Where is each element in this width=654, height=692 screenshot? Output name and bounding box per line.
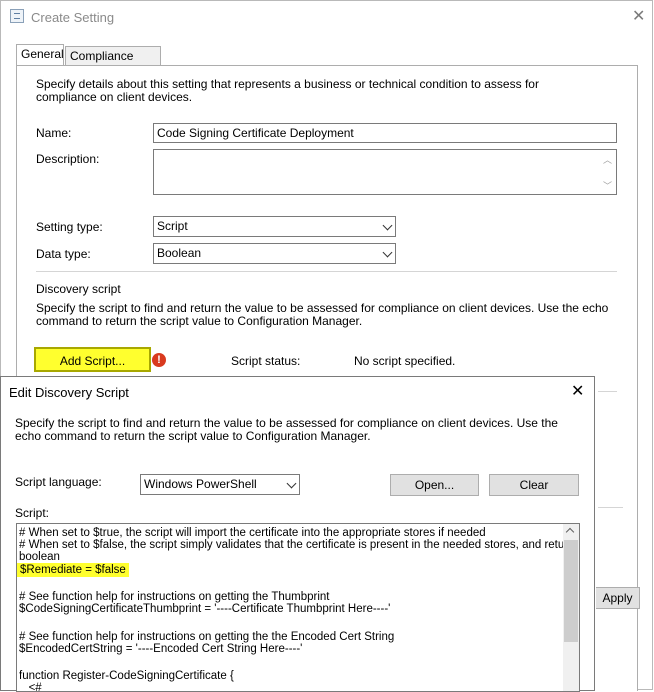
tab-general[interactable]: General [16,44,64,66]
chevron-down-icon [382,247,393,258]
chevron-down-icon [382,220,393,231]
script-line: # When set to $false, the script simply … [19,539,580,551]
clear-label: Clear [519,478,549,492]
open-button[interactable]: Open... [390,474,479,496]
script-description: Specify the script to find and return th… [15,416,558,443]
add-script-label: Add Script... [59,354,126,368]
divider [36,271,617,272]
clear-button[interactable]: Clear [489,474,579,496]
description-field[interactable] [153,149,617,195]
scroll-down-icon: ﹀ [603,181,613,191]
script-status-label: Script status: [231,354,301,368]
data-type-label: Data type: [36,247,91,261]
setting-type-label: Setting type: [36,220,103,234]
setting-type-select[interactable]: Script [153,216,396,237]
apply-label: Apply [602,591,633,605]
data-type-select[interactable]: Boolean [153,243,396,264]
script-line: boolean [19,551,60,563]
open-label: Open... [414,478,455,492]
name-label: Name: [36,126,72,140]
script-language-select[interactable]: Windows PowerShell [140,474,300,495]
script-line-highlighted: $Remediate = $false [17,563,129,577]
setting-type-value: Script [157,219,188,233]
vertical-scrollbar[interactable] [563,524,579,691]
discovery-script-description: Specify the script to find and return th… [36,301,609,328]
scroll-up-icon[interactable] [565,527,575,537]
script-status-value: No script specified. [354,354,456,368]
data-type-value: Boolean [157,246,202,260]
script-editor[interactable]: # When set to $true, the script will imp… [16,523,580,692]
script-line: $CodeSigningCertificateThumbprint = '---… [19,603,391,615]
script-line: # See function help for instructions on … [19,591,330,603]
script-label: Script: [15,506,50,520]
apply-button[interactable]: Apply [596,587,640,609]
edit-discovery-script-dialog: Edit Discovery Script ✕ Specify the scri… [0,376,595,692]
settings-window-icon [10,9,24,23]
scrollbar-thumb[interactable] [564,540,578,642]
dialog-title: Edit Discovery Script [9,385,129,400]
intro-text: Specify details about this setting that … [36,77,539,104]
discovery-script-heading: Discovery script [36,282,121,296]
script-language-label: Script language: [15,475,102,489]
scroll-up-icon: ︿ [603,155,613,165]
dialog-title: Create Setting [31,10,115,25]
name-field[interactable]: Code Signing Certificate Deployment [153,123,617,143]
add-script-button[interactable]: Add Script... [34,347,151,372]
script-language-value: Windows PowerShell [144,477,257,491]
description-label: Description: [36,152,100,166]
close-icon[interactable]: ✕ [632,6,645,26]
script-line: $EncodedCertString = '----Encoded Cert S… [19,643,303,655]
divider [598,391,617,392]
script-line: # See function help for instructions on … [19,631,395,643]
close-icon[interactable]: ✕ [571,381,584,401]
chevron-down-icon [286,478,297,489]
divider [598,507,623,508]
tab-compliance-rules[interactable]: Compliance Rules [65,46,161,81]
script-line: function Register-CodeSigningCertificate… [19,670,234,682]
script-line: # When set to $true, the script will imp… [19,527,486,539]
warning-icon: ! [152,353,166,367]
